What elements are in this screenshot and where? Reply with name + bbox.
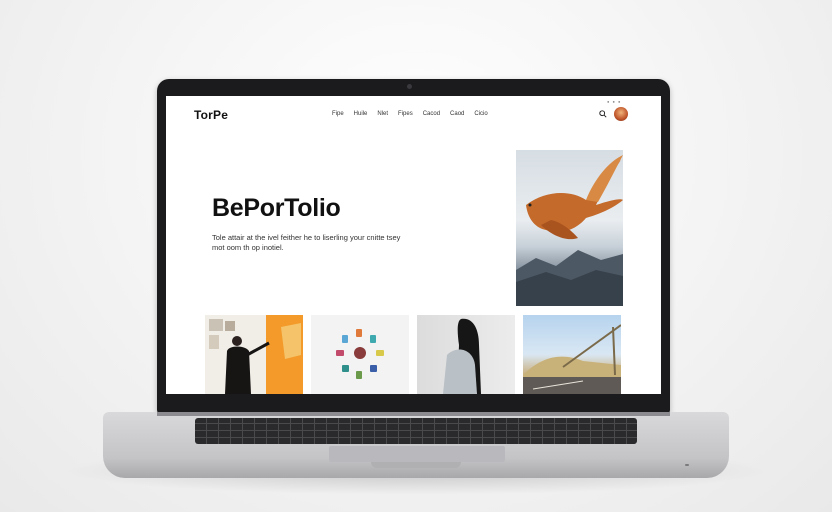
bird-illustration bbox=[516, 155, 623, 306]
nav-item[interactable]: Fipes bbox=[398, 111, 413, 117]
status-led bbox=[685, 464, 689, 466]
nav-item[interactable]: Fipe bbox=[332, 111, 344, 117]
laptop-screen: TorPe Fipe Huile Nlet Fipes Cacod Caod C… bbox=[166, 96, 661, 394]
artist-image bbox=[209, 319, 301, 394]
laptop-lid: TorPe Fipe Huile Nlet Fipes Cacod Caod C… bbox=[157, 79, 670, 414]
beads-image bbox=[336, 329, 384, 379]
keyboard[interactable] bbox=[195, 418, 637, 444]
nav-item[interactable]: Nlet bbox=[377, 111, 388, 117]
site-header: TorPe Fipe Huile Nlet Fipes Cacod Caod C… bbox=[166, 96, 661, 130]
nav-item[interactable]: Cicio bbox=[474, 111, 487, 117]
gallery-tile-beads[interactable] bbox=[311, 315, 409, 394]
search-icon[interactable] bbox=[599, 110, 607, 118]
hero-title: BePorTolio bbox=[212, 194, 341, 222]
lid-notch bbox=[371, 462, 461, 468]
gallery-grid bbox=[205, 315, 625, 394]
hero-bird-image[interactable] bbox=[516, 150, 623, 306]
nav-item[interactable]: Caod bbox=[450, 111, 464, 117]
portrait-image bbox=[443, 318, 481, 394]
gallery-tile-bridge[interactable] bbox=[523, 315, 621, 394]
bridge-image bbox=[523, 324, 621, 394]
status-icons: ● ● ● bbox=[607, 99, 622, 104]
gallery-tile-portrait[interactable] bbox=[417, 315, 515, 394]
gallery-tile-artist[interactable] bbox=[205, 315, 303, 394]
nav-item[interactable]: Cacod bbox=[423, 111, 440, 117]
laptop-base bbox=[103, 412, 729, 478]
site-logo[interactable]: TorPe bbox=[194, 108, 228, 122]
user-avatar[interactable] bbox=[614, 107, 628, 121]
hero-subtitle: Tole attair at the ivel feither he to li… bbox=[212, 233, 401, 252]
camera-icon bbox=[407, 84, 412, 89]
trackpad[interactable] bbox=[329, 446, 505, 462]
nav-item[interactable]: Huile bbox=[354, 111, 368, 117]
laptop-hinge bbox=[157, 412, 670, 416]
nav-menu: Fipe Huile Nlet Fipes Cacod Caod Cicio bbox=[332, 111, 488, 117]
